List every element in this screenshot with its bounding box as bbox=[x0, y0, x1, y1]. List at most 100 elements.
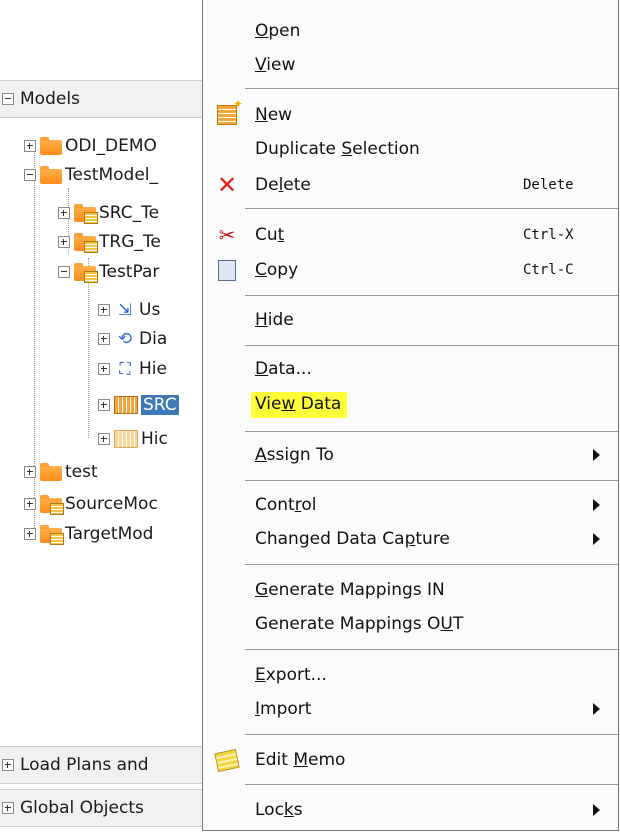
expand-icon[interactable] bbox=[24, 140, 36, 152]
tree-node[interactable]: TRG_Te bbox=[58, 230, 161, 254]
menu-item-label: Data... bbox=[255, 359, 312, 379]
menu-item-export[interactable]: Export... bbox=[203, 658, 618, 692]
tree-node[interactable]: ⟲ Dia bbox=[98, 327, 167, 351]
tree-node[interactable]: Hic bbox=[98, 427, 168, 451]
load-plans-accordion-header[interactable]: Load Plans and bbox=[0, 746, 210, 784]
expand-icon[interactable] bbox=[24, 498, 36, 510]
collapse-icon[interactable] bbox=[24, 169, 36, 181]
menu-separator bbox=[245, 649, 618, 650]
tree-node-label: TRG_Te bbox=[99, 232, 161, 252]
menu-item-cut[interactable]: ✂ Cut Ctrl-X bbox=[203, 218, 618, 252]
menu-item-view[interactable]: View bbox=[203, 48, 618, 82]
menu-item-label: Import bbox=[255, 699, 312, 719]
menu-item-open[interactable]: Open Open bbox=[203, 14, 618, 48]
menu-item-locks[interactable]: Locks bbox=[203, 793, 618, 827]
menu-item-label: Hide bbox=[255, 310, 294, 330]
global-objects-accordion-header[interactable]: Global Objects bbox=[0, 789, 210, 827]
submodel-folder-icon bbox=[40, 525, 64, 545]
menu-item-hide[interactable]: Hide bbox=[203, 303, 618, 337]
menu-item-label: Edit Memo bbox=[255, 750, 346, 770]
menu-item-edit-memo[interactable]: Edit Memo bbox=[203, 743, 618, 777]
menu-item-label: Open bbox=[255, 21, 301, 41]
menu-separator bbox=[245, 784, 618, 785]
tree-node[interactable]: SRC_Te bbox=[58, 201, 159, 225]
tree-node-label: SRC bbox=[141, 395, 179, 415]
tree-node-label: TestModel_ bbox=[65, 165, 159, 185]
submenu-arrow-icon bbox=[593, 703, 600, 715]
menu-item-label: Changed Data Capture bbox=[255, 529, 450, 549]
submenu-arrow-icon bbox=[593, 499, 600, 511]
models-accordion-header[interactable]: Models bbox=[0, 80, 210, 118]
menu-item-changed-data-capture[interactable]: Changed Data Capture bbox=[203, 522, 618, 556]
user-function-icon: ⇲ bbox=[118, 300, 132, 319]
menu-item-label: New bbox=[255, 105, 293, 125]
tree-node-label: Hic bbox=[141, 429, 168, 449]
tree-node-label: SourceMoc bbox=[65, 494, 158, 514]
tree-node[interactable]: ODI_DEMO bbox=[24, 134, 157, 158]
datastore-icon bbox=[114, 430, 138, 448]
tree-node-label: ODI_DEMO bbox=[65, 136, 157, 156]
expand-icon[interactable] bbox=[24, 528, 36, 540]
menu-item-import[interactable]: Import bbox=[203, 692, 618, 726]
menu-separator bbox=[245, 295, 618, 296]
menu-item-label: Duplicate Selection bbox=[255, 139, 420, 159]
tree-node-label: test bbox=[65, 462, 98, 482]
tree-node-label: Us bbox=[139, 300, 161, 320]
menu-item-label: Locks bbox=[255, 800, 303, 820]
menu-separator bbox=[245, 564, 618, 565]
tree-node[interactable]: SourceMoc bbox=[24, 492, 158, 516]
menu-item-assign-to[interactable]: Assign To bbox=[203, 438, 618, 472]
tree-node-label: Hie bbox=[139, 359, 167, 379]
expand-icon[interactable] bbox=[24, 466, 36, 478]
tree-node[interactable]: TestPar bbox=[58, 260, 159, 284]
datastore-icon bbox=[114, 396, 138, 414]
menu-item-label: Cut bbox=[255, 225, 285, 245]
model-folder-icon bbox=[40, 463, 62, 481]
submenu-arrow-icon bbox=[593, 804, 600, 816]
menu-item-control[interactable]: Control bbox=[203, 488, 618, 522]
tree-node[interactable]: TestModel_ bbox=[24, 163, 158, 187]
menu-item-label: Generate Mappings IN bbox=[255, 580, 445, 600]
submodel-folder-icon bbox=[74, 263, 98, 283]
menu-item-copy[interactable]: Copy Ctrl-C bbox=[203, 253, 618, 287]
menu-separator bbox=[245, 480, 618, 481]
diagram-icon: ⟲ bbox=[117, 329, 133, 349]
collapse-icon[interactable] bbox=[2, 93, 14, 105]
menu-item-generate-mappings-out[interactable]: Generate Mappings OUT bbox=[203, 607, 618, 641]
menu-item-duplicate-selection[interactable]: Duplicate Selection bbox=[203, 132, 618, 166]
submenu-arrow-icon bbox=[593, 449, 600, 461]
tree-node-label: SRC_Te bbox=[99, 203, 160, 223]
menu-separator bbox=[245, 345, 618, 346]
tree-connector bbox=[88, 258, 89, 438]
menu-separator bbox=[245, 431, 618, 432]
tree-node-label: TargetMod bbox=[65, 524, 154, 544]
models-tree-panel: Models ODI_DEMO TestModel_ SRC_Te TRG_Te… bbox=[0, 0, 210, 832]
expand-icon[interactable] bbox=[58, 236, 70, 248]
tree-node[interactable]: TargetMod bbox=[24, 522, 153, 546]
tree-node-selected[interactable]: SRC bbox=[98, 393, 179, 417]
menu-item-generate-mappings-in[interactable]: Generate Mappings IN bbox=[203, 573, 618, 607]
expand-icon[interactable] bbox=[58, 207, 70, 219]
tree-node-label: Dia bbox=[139, 329, 168, 349]
tree-node[interactable]: ⛶ Hie bbox=[98, 357, 167, 381]
tree-node[interactable]: ⇲ Us bbox=[98, 298, 160, 322]
expand-icon[interactable] bbox=[98, 333, 110, 345]
global-objects-header-label: Global Objects bbox=[20, 798, 144, 818]
expand-icon[interactable] bbox=[98, 433, 110, 445]
expand-icon[interactable] bbox=[2, 802, 14, 814]
menu-item-delete[interactable]: ✕ Delete Delete bbox=[203, 168, 618, 202]
submodel-folder-icon bbox=[74, 204, 98, 224]
expand-icon[interactable] bbox=[98, 304, 110, 316]
menu-separator bbox=[245, 88, 618, 89]
menu-item-data[interactable]: Data... bbox=[203, 352, 618, 386]
hierarchy-icon: ⛶ bbox=[119, 359, 131, 378]
menu-item-label: Control bbox=[255, 495, 317, 515]
menu-item-label: Delete bbox=[255, 175, 311, 195]
menu-item-new[interactable]: New bbox=[203, 97, 618, 132]
tree-node[interactable]: test bbox=[24, 460, 98, 484]
expand-icon[interactable] bbox=[2, 759, 14, 771]
menu-item-view-data[interactable]: View Data bbox=[203, 388, 618, 422]
collapse-icon[interactable] bbox=[58, 266, 70, 278]
expand-icon[interactable] bbox=[98, 399, 110, 411]
expand-icon[interactable] bbox=[98, 363, 110, 375]
